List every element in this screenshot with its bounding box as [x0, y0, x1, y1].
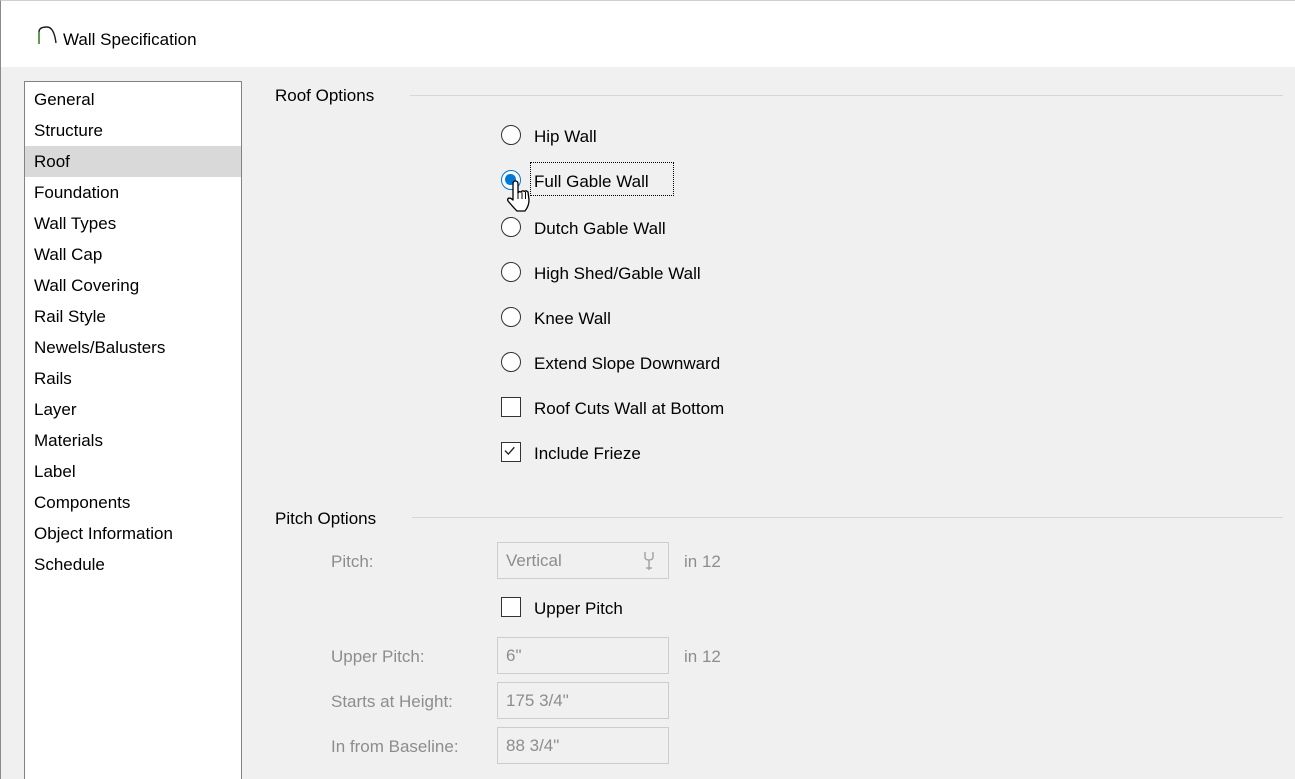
pitch-unit: in 12	[684, 552, 721, 571]
dutch-gable-wall-radio[interactable]	[501, 217, 521, 237]
include-frieze-label[interactable]: Include Frieze	[534, 444, 641, 464]
extend-slope-downward-radio[interactable]	[501, 352, 521, 372]
nav-item-newels-balusters[interactable]: Newels/Balusters	[25, 332, 241, 363]
extend-slope-downward-label[interactable]: Extend Slope Downward	[534, 354, 720, 374]
nav-item-object-information[interactable]: Object Information	[25, 518, 241, 549]
nav-item-wall-cap[interactable]: Wall Cap	[25, 239, 241, 270]
mouse-cursor-icon	[507, 180, 530, 212]
upper-pitch-value: 6"	[506, 646, 522, 665]
starts-at-height-label: Starts at Height:	[331, 692, 453, 711]
upper-pitch-unit: in 12	[684, 647, 721, 666]
title-bar[interactable]: Wall Specification	[1, 1, 1295, 67]
include-frieze-checkbox[interactable]	[501, 442, 521, 462]
high-shed-gable-wall-label[interactable]: High Shed/Gable Wall	[534, 264, 701, 284]
pitch-value: Vertical	[506, 551, 562, 570]
in-from-baseline-label: In from Baseline:	[331, 737, 459, 756]
pitch-options-heading: Pitch Options	[275, 509, 377, 528]
nav-item-general[interactable]: General	[25, 84, 241, 115]
nav-item-structure[interactable]: Structure	[25, 115, 241, 146]
nav-item-rail-style[interactable]: Rail Style	[25, 301, 241, 332]
nav-item-layer[interactable]: Layer	[25, 394, 241, 425]
upper-pitch-checkbox[interactable]	[501, 597, 521, 617]
roof-cuts-wall-checkbox[interactable]	[501, 397, 521, 417]
knee-wall-label[interactable]: Knee Wall	[534, 309, 611, 329]
upper-pitch-label: Upper Pitch:	[331, 647, 425, 666]
roof-options-heading: Roof Options	[275, 86, 375, 105]
roof-options-divider	[410, 95, 1283, 96]
nav-item-components[interactable]: Components	[25, 487, 241, 518]
hip-wall-radio[interactable]	[501, 125, 521, 145]
full-gable-wall-label[interactable]: Full Gable Wall	[534, 172, 649, 192]
in-from-baseline-field[interactable]: 88 3/4"	[497, 727, 669, 764]
nav-item-materials[interactable]: Materials	[25, 425, 241, 456]
hip-wall-label[interactable]: Hip Wall	[534, 127, 597, 147]
in-from-baseline-value: 88 3/4"	[506, 736, 560, 755]
starts-at-height-value: 175 3/4"	[506, 691, 569, 710]
category-list[interactable]: General Structure Roof Foundation Wall T…	[24, 81, 242, 779]
pitch-options-divider	[412, 517, 1283, 518]
arch-icon	[38, 26, 57, 44]
nav-item-foundation[interactable]: Foundation	[25, 177, 241, 208]
knee-wall-radio[interactable]	[501, 307, 521, 327]
nav-item-wall-covering[interactable]: Wall Covering	[25, 270, 241, 301]
nav-item-schedule[interactable]: Schedule	[25, 549, 241, 580]
upper-pitch-checkbox-label[interactable]: Upper Pitch	[534, 599, 623, 619]
wrench-icon	[644, 552, 654, 570]
starts-at-height-field[interactable]: 175 3/4"	[497, 682, 669, 719]
nav-item-rails[interactable]: Rails	[25, 363, 241, 394]
roof-cuts-wall-label[interactable]: Roof Cuts Wall at Bottom	[534, 399, 724, 419]
upper-pitch-field[interactable]: 6"	[497, 637, 669, 674]
nav-item-wall-types[interactable]: Wall Types	[25, 208, 241, 239]
window-title: Wall Specification	[63, 30, 197, 49]
dutch-gable-wall-label[interactable]: Dutch Gable Wall	[534, 219, 666, 239]
high-shed-gable-wall-radio[interactable]	[501, 262, 521, 282]
checkmark-icon	[504, 446, 515, 456]
pitch-field[interactable]: Vertical	[497, 542, 669, 579]
pitch-label: Pitch:	[331, 552, 374, 571]
nav-item-label[interactable]: Label	[25, 456, 241, 487]
nav-item-roof[interactable]: Roof	[25, 146, 241, 177]
